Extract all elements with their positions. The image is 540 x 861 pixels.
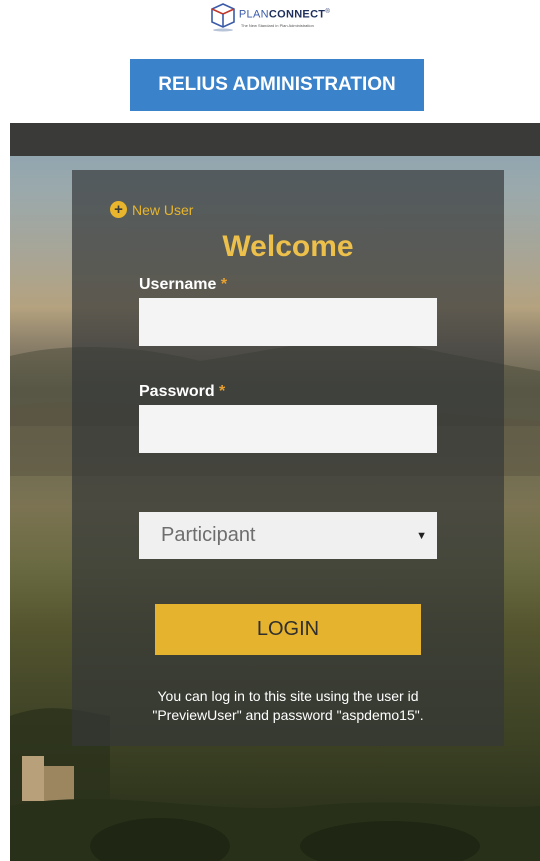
logo-connect-text: CONNECT xyxy=(268,8,326,21)
login-hint-line-1: You can log in to this site using the us… xyxy=(157,688,419,704)
planconnect-logo: PLANCONNECT® The New Standard in Plan Ad… xyxy=(210,2,330,32)
logo-area: PLANCONNECT® The New Standard in Plan Ad… xyxy=(0,0,540,50)
required-marker: * xyxy=(220,276,228,293)
login-button[interactable]: LOGIN xyxy=(155,604,421,655)
caret-down-icon: ▼ xyxy=(416,529,427,542)
logo-plan-text: PLAN xyxy=(238,8,269,21)
password-input[interactable] xyxy=(139,405,437,453)
new-user-link[interactable]: + New User xyxy=(110,201,193,218)
password-label: Password * xyxy=(139,383,225,401)
password-label-text: Password xyxy=(139,383,215,400)
relius-administration-button[interactable]: RELIUS ADMINISTRATION xyxy=(130,59,424,111)
logo-tagline: The New Standard in Plan Administration xyxy=(240,23,314,29)
username-input[interactable] xyxy=(139,298,437,346)
hero-background: + New User Welcome Username * Password *… xyxy=(10,123,540,861)
required-marker: * xyxy=(219,383,226,400)
plus-circle-icon: + xyxy=(110,201,127,218)
username-label: Username * xyxy=(139,276,227,294)
hero-top-bar xyxy=(10,123,540,156)
username-label-text: Username xyxy=(139,276,217,293)
login-hint: You can log in to this site using the us… xyxy=(72,687,504,725)
role-select-value: Participant xyxy=(161,524,256,546)
role-select[interactable]: Participant ▼ xyxy=(139,512,437,559)
welcome-title: Welcome xyxy=(222,230,354,263)
new-user-label: New User xyxy=(132,201,194,218)
login-panel: + New User Welcome Username * Password *… xyxy=(72,170,504,746)
cube-logo-icon xyxy=(211,3,235,32)
logo-trademark: ® xyxy=(325,8,331,15)
login-hint-line-2: "PreviewUser" and password "aspdemo15". xyxy=(152,707,424,723)
